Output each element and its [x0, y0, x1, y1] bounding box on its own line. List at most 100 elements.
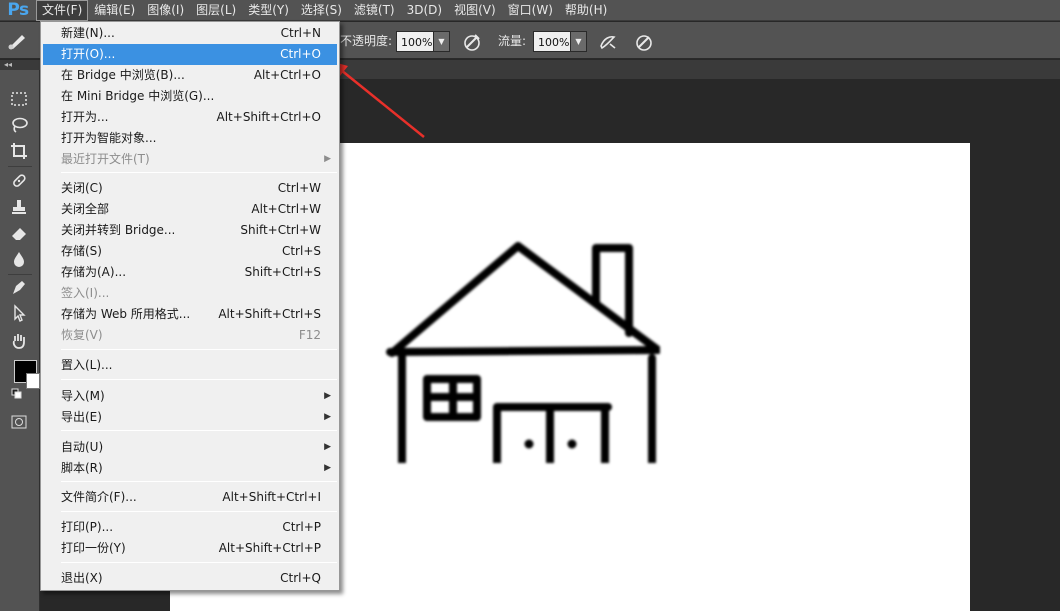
menu-item-label: 最近打开文件(T): [61, 152, 150, 166]
menu-item-print-one-copy[interactable]: 打印一份(Y) Alt+Shift+Ctrl+P: [43, 538, 337, 559]
menu-item-shortcut: Alt+Shift+Ctrl+I: [222, 490, 321, 504]
background-color-swatch[interactable]: [26, 373, 40, 389]
quick-mask-icon[interactable]: [11, 415, 27, 429]
flow-dropdown-icon[interactable]: ▼: [571, 31, 587, 52]
menu-item-label: 关闭并转到 Bridge...: [61, 223, 176, 237]
menu-item-label: 恢复(V): [61, 328, 103, 342]
menu-item-shortcut: Alt+Ctrl+W: [251, 202, 321, 216]
flow-input[interactable]: 100%: [533, 31, 571, 52]
menu-item-shortcut: Ctrl+W: [277, 181, 321, 195]
menu-help[interactable]: 帮助(H): [559, 0, 613, 21]
menu-item-revert[interactable]: 恢复(V) F12: [43, 325, 337, 346]
file-menu-dropdown: 新建(N)... Ctrl+N 打开(O)... Ctrl+O 在 Bridge 中…: [40, 21, 340, 591]
menu-item-label: 打开为智能对象...: [61, 131, 157, 145]
menu-item-close[interactable]: 关闭(C) Ctrl+W: [43, 178, 337, 199]
menu-item-recent-files[interactable]: 最近打开文件(T) ▶: [43, 149, 337, 170]
menu-item-import[interactable]: 导入(M) ▶: [43, 386, 337, 407]
menu-item-open-as[interactable]: 打开为... Alt+Shift+Ctrl+O: [43, 107, 337, 128]
menu-separator: [61, 481, 337, 482]
opacity-field[interactable]: 100% ▼: [396, 31, 450, 52]
panel-collapse-strip[interactable]: ◂◂: [0, 60, 40, 70]
menu-item-exit[interactable]: 退出(X) Ctrl+Q: [43, 568, 337, 589]
default-colors-icon[interactable]: [11, 388, 23, 400]
menu-item-label: 打印一份(Y): [61, 541, 126, 555]
opacity-dropdown-icon[interactable]: ▼: [434, 31, 450, 52]
airbrush-icon[interactable]: [598, 32, 618, 52]
menu-item-open-smart-object[interactable]: 打开为智能对象...: [43, 128, 337, 149]
tools-panel: [0, 70, 40, 611]
menu-item-export[interactable]: 导出(E) ▶: [43, 407, 337, 428]
brush-preset-icon[interactable]: [6, 30, 34, 50]
menu-3d[interactable]: 3D(D): [401, 0, 448, 21]
flow-field[interactable]: 100% ▼: [533, 31, 587, 52]
menu-item-close-go-bridge[interactable]: 关闭并转到 Bridge... Shift+Ctrl+W: [43, 220, 337, 241]
pressure-opacity-icon[interactable]: [462, 32, 482, 52]
menu-item-label: 导出(E): [61, 410, 102, 424]
blur-tool-icon[interactable]: [8, 248, 30, 270]
menu-item-shortcut: Ctrl+P: [282, 520, 321, 534]
menu-edit[interactable]: 编辑(E): [88, 0, 141, 21]
menu-item-browse-bridge[interactable]: 在 Bridge 中浏览(B)... Alt+Ctrl+O: [43, 65, 337, 86]
opacity-input[interactable]: 100%: [396, 31, 434, 52]
pressure-size-icon[interactable]: [634, 32, 654, 52]
menu-item-check-in[interactable]: 签入(I)...: [43, 283, 337, 304]
menu-item-print[interactable]: 打印(P)... Ctrl+P: [43, 517, 337, 538]
lasso-tool-icon[interactable]: [8, 114, 30, 136]
menu-item-shortcut: Alt+Shift+Ctrl+S: [218, 307, 321, 321]
toolbar-separator: [8, 274, 32, 275]
menu-image[interactable]: 图像(I): [141, 0, 190, 21]
path-selection-tool-icon[interactable]: [8, 302, 30, 324]
menu-item-browse-mini-bridge[interactable]: 在 Mini Bridge 中浏览(G)...: [43, 86, 337, 107]
menu-item-place[interactable]: 置入(L)...: [43, 355, 337, 376]
menu-item-scripts[interactable]: 脚本(R) ▶: [43, 458, 337, 479]
menu-file[interactable]: 文件(F): [36, 0, 89, 21]
house-drawing: [386, 242, 660, 463]
menu-type[interactable]: 类型(Y): [242, 0, 295, 21]
menu-item-save-for-web[interactable]: 存储为 Web 所用格式... Alt+Shift+Ctrl+S: [43, 304, 337, 325]
menu-item-label: 存储(S): [61, 244, 102, 258]
menu-item-automate[interactable]: 自动(U) ▶: [43, 437, 337, 458]
submenu-arrow-icon: ▶: [324, 391, 331, 401]
menu-item-shortcut: Alt+Shift+Ctrl+O: [216, 110, 321, 124]
menu-item-label: 存储为 Web 所用格式...: [61, 307, 191, 321]
menu-view[interactable]: 视图(V): [448, 0, 502, 21]
menu-item-new[interactable]: 新建(N)... Ctrl+N: [43, 23, 337, 44]
crop-tool-icon[interactable]: [8, 140, 30, 162]
menu-separator: [61, 430, 337, 431]
menu-item-close-all[interactable]: 关闭全部 Alt+Ctrl+W: [43, 199, 337, 220]
menu-item-label: 打开(O)...: [61, 47, 116, 61]
menu-item-save-as[interactable]: 存储为(A)... Shift+Ctrl+S: [43, 262, 337, 283]
marquee-tool-icon[interactable]: [8, 88, 30, 110]
menu-item-open[interactable]: 打开(O)... Ctrl+O: [43, 44, 337, 65]
menu-item-label: 打印(P)...: [61, 520, 114, 534]
menu-item-save[interactable]: 存储(S) Ctrl+S: [43, 241, 337, 262]
menu-layer[interactable]: 图层(L): [190, 0, 242, 21]
hand-tool-icon[interactable]: [8, 330, 30, 352]
pen-tool-icon[interactable]: [8, 276, 30, 298]
menu-item-file-info[interactable]: 文件简介(F)... Alt+Shift+Ctrl+I: [43, 487, 337, 508]
menu-item-label: 导入(M): [61, 389, 105, 403]
menu-item-shortcut: F12: [298, 328, 321, 342]
menu-item-shortcut: Shift+Ctrl+W: [240, 223, 321, 237]
menu-separator: [61, 349, 337, 350]
menu-select[interactable]: 选择(S): [295, 0, 348, 21]
menu-item-label: 脚本(R): [61, 461, 103, 475]
flow-label: 流量:: [498, 34, 527, 48]
submenu-arrow-icon: ▶: [324, 442, 331, 452]
menu-window[interactable]: 窗口(W): [502, 0, 559, 21]
menu-item-label: 文件简介(F)...: [61, 490, 137, 504]
menu-item-label: 退出(X): [61, 571, 103, 585]
menu-item-label: 关闭(C): [61, 181, 103, 195]
menu-item-shortcut: Ctrl+Q: [280, 571, 321, 585]
menu-item-label: 在 Mini Bridge 中浏览(G)...: [61, 89, 215, 103]
opacity-label: 不透明度:: [340, 34, 393, 48]
healing-brush-tool-icon[interactable]: [8, 170, 30, 192]
clone-stamp-tool-icon[interactable]: [8, 196, 30, 218]
menu-item-shortcut: Alt+Shift+Ctrl+P: [218, 541, 321, 555]
photoshop-logo: Ps: [7, 0, 29, 20]
eraser-tool-icon[interactable]: [8, 222, 30, 244]
menu-item-label: 自动(U): [61, 440, 104, 454]
menu-filter[interactable]: 滤镜(T): [348, 0, 401, 21]
menu-item-shortcut: Shift+Ctrl+S: [244, 265, 321, 279]
menu-separator: [61, 379, 337, 380]
